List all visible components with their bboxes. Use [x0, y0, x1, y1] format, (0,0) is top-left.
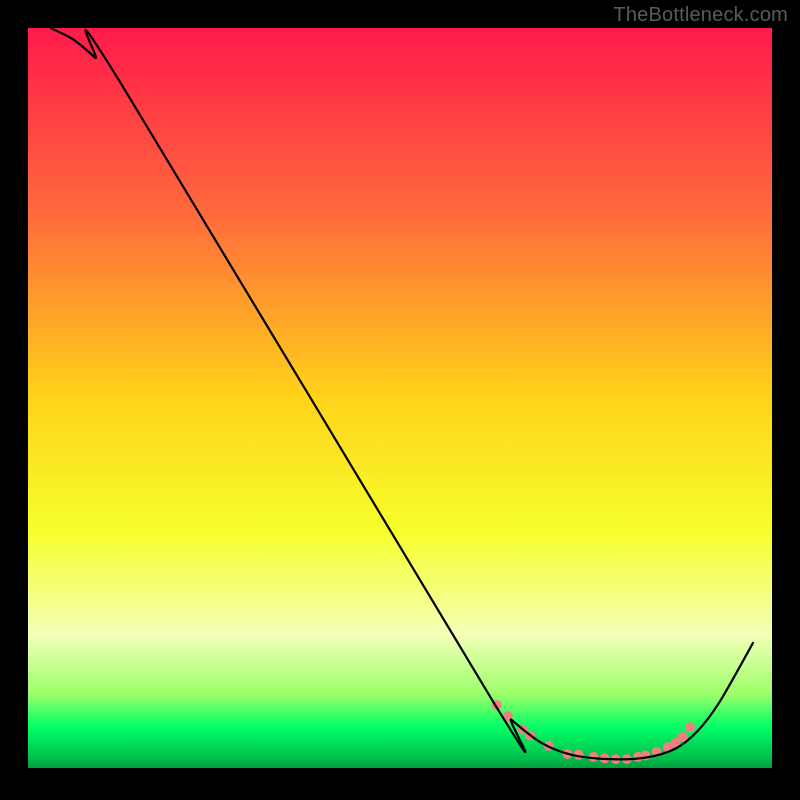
highlight-dot	[685, 722, 695, 732]
bottleneck-chart	[0, 0, 800, 800]
plot-background	[28, 28, 772, 768]
watermark-text: TheBottleneck.com	[613, 4, 788, 27]
chart-stage: TheBottleneck.com	[0, 0, 800, 800]
